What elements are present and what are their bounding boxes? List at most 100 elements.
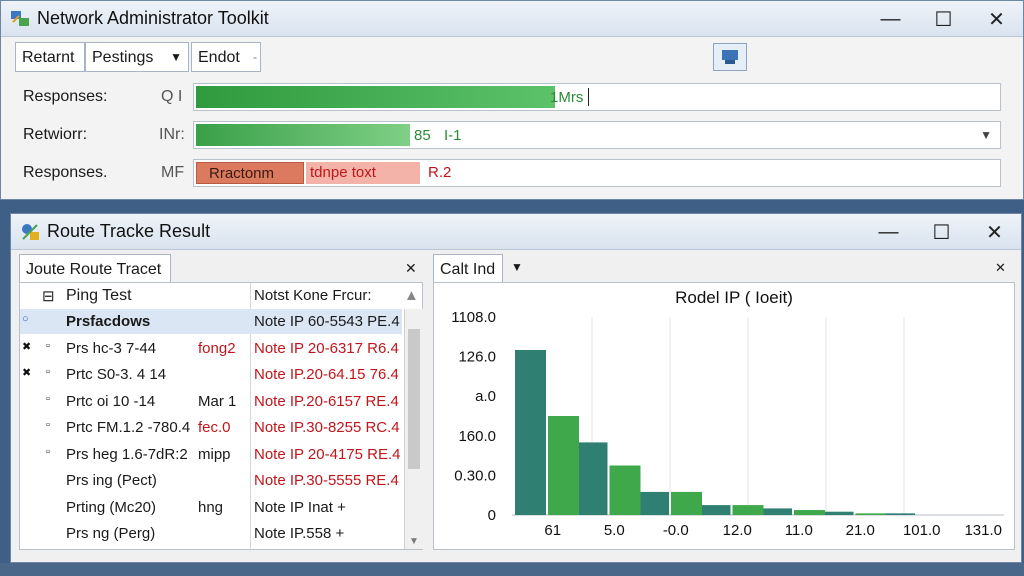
- ping-test-name: Prtc oi 10 -14: [66, 392, 156, 410]
- chart-bars: [515, 350, 915, 515]
- row1-value: 1Mrs: [550, 89, 584, 106]
- ping-test-name: Prs ng (Perg): [66, 525, 156, 542]
- x-tick-label: -0.0: [663, 522, 689, 539]
- ping-test-name: Prsfacdows: [66, 313, 151, 330]
- checkbox-icon[interactable]: ⊟: [42, 287, 55, 305]
- list-item[interactable]: ✖ ▫ Prs hc-3 7-44 fong2 Note IP 20-6317 R6.4: [20, 336, 402, 361]
- ping-test-extra: fec.0: [198, 419, 231, 436]
- list-item[interactable]: Prs ng (Perg) Note IP.558 +: [20, 521, 402, 546]
- ping-test-name: Prting (Mc20): [66, 498, 157, 516]
- row-checkbox-icon[interactable]: ▫: [46, 419, 50, 431]
- scrollbar-thumb[interactable]: [408, 329, 420, 469]
- note-ip-text: Note IP.30-8255 RC.4: [254, 419, 400, 436]
- note-ip-text: Note IP.30-5555 RE.4: [254, 472, 399, 489]
- list-item[interactable]: Prs ing (Pect) Note IP.30-5555 RE.4: [20, 468, 402, 493]
- sort-icon[interactable]: ▲: [404, 287, 419, 304]
- chart-title: Rodel IP ( Ioeit): [675, 288, 793, 307]
- close-button[interactable]: ✕: [970, 1, 1023, 37]
- chart-bar[interactable]: [822, 511, 854, 515]
- tab-retarnt[interactable]: Retarnt: [15, 42, 85, 72]
- column-header-note[interactable]: Notst Kone Frcur:: [254, 287, 372, 304]
- route-list-panel: ⊟ Ping Test Notst Kone Frcur: ▲ ○ Prsfacd…: [19, 282, 423, 551]
- note-ip-text: Note IP.20-6157 RE.4: [254, 392, 399, 410]
- ping-test-name: Prs hc-3 7-44: [66, 339, 157, 357]
- maximize-button[interactable]: ☐: [917, 1, 970, 37]
- row1-progress-field: 1Mrs: [193, 83, 1001, 111]
- list-item[interactable]: ○ Prsfacdows Note IP 60-5543 PE.4: [20, 309, 402, 334]
- chevron-down-icon[interactable]: ▼: [511, 260, 523, 274]
- ping-test-extra: Mar 1: [198, 392, 237, 410]
- list-item[interactable]: ▫ Prtc oi 10 -14 Mar 1 Note IP.20-6157 RE.4: [20, 389, 402, 414]
- row1-label: Responses:: [23, 88, 108, 105]
- list-item[interactable]: ✖ ▫ Prtc S0-3. 4 14 Note IP.20-64.15 76.4: [20, 362, 402, 387]
- ping-test-extra: mipp: [198, 445, 231, 463]
- row-checkbox-icon[interactable]: ▫: [46, 366, 50, 378]
- tab-menu-icon[interactable]: -: [253, 50, 257, 64]
- ping-test-name: Prtc FM.1.2 -780.4: [66, 419, 191, 436]
- y-tick-label: 0: [488, 507, 496, 524]
- minimize-button[interactable]: —: [862, 214, 915, 250]
- note-ip-text: Note IP 20-6317 R6.4: [254, 339, 399, 357]
- route-titlebar: Route Tracke Result — ☐ ✕: [11, 214, 1021, 250]
- vertical-scrollbar[interactable]: ▼: [404, 309, 423, 549]
- ping-test-name: Prtc S0-3. 4 14: [66, 366, 167, 383]
- chart-bar[interactable]: [638, 491, 669, 515]
- chart-bar[interactable]: [855, 513, 887, 515]
- row3-segment-2: tdnpe toxt: [306, 162, 420, 184]
- list-item[interactable]: ▫ Prtc FM.1.2 -780.4 fec.0 Note IP.30-8255 …: [20, 415, 402, 440]
- tab-pestings[interactable]: Pestings ▼: [85, 42, 189, 72]
- row3-code: MF: [161, 164, 185, 181]
- ping-test-extra: hng: [198, 498, 224, 516]
- close-pane-icon[interactable]: ✕: [995, 260, 1006, 276]
- chart-bar[interactable]: [732, 505, 764, 515]
- row3-segment-3: R.2: [428, 164, 452, 181]
- main-window-title: Network Administrator Toolkit: [37, 8, 269, 28]
- main-window: Network Administrator Toolkit — ☐ ✕ Reta…: [0, 0, 1024, 200]
- x-tick-label: 12.0: [723, 522, 752, 539]
- y-tick-label: 160.0: [458, 428, 496, 445]
- row-checkbox-icon[interactable]: ▫: [46, 340, 50, 352]
- chart-bar[interactable]: [761, 508, 792, 515]
- x-tick-label: 101.0: [903, 522, 941, 539]
- row2-progress-bar: [196, 124, 410, 146]
- x-tick-label: 21.0: [846, 522, 875, 539]
- chevron-down-icon[interactable]: ▼: [170, 50, 182, 64]
- chart-bar[interactable]: [794, 510, 825, 515]
- x-tick-label: 61: [544, 522, 561, 539]
- tab-route-trace[interactable]: Joute Route Tracet: [19, 254, 171, 284]
- row2-label: Retwiorr:: [23, 126, 88, 143]
- chart-bar[interactable]: [699, 505, 731, 515]
- chart-bar[interactable]: [671, 491, 702, 515]
- list-header: ⊟ Ping Test Notst Kone Frcur: ▲: [20, 283, 422, 309]
- chevron-down-icon[interactable]: ▼: [980, 128, 992, 142]
- list-item[interactable]: ▫ Prs heg 1.6-7dR:2 mipp Note IP 20-4175 RE…: [20, 442, 402, 467]
- row-checkbox-icon[interactable]: ▫: [46, 446, 50, 458]
- status-marker-icon[interactable]: ○: [22, 313, 29, 325]
- column-header-ping-test[interactable]: Ping Test: [66, 287, 132, 305]
- list-item[interactable]: Prting (Mc20) hng Note IP Inat +: [20, 495, 402, 520]
- chart-bar[interactable]: [515, 350, 546, 515]
- y-tick-label: 1108.0: [451, 309, 496, 326]
- row2-value-secondary: I-1: [444, 127, 462, 144]
- status-marker-icon[interactable]: ✖: [22, 340, 31, 353]
- chart-bar[interactable]: [576, 442, 608, 515]
- note-ip-text: Note IP 60-5543 PE.4: [254, 313, 400, 330]
- chart-bar[interactable]: [548, 416, 579, 515]
- row-checkbox-icon[interactable]: ▫: [46, 393, 50, 405]
- row2-code: INr:: [159, 126, 185, 143]
- chart-bar[interactable]: [609, 465, 641, 516]
- close-button[interactable]: ✕: [968, 214, 1021, 250]
- tab-endot[interactable]: Endot -: [191, 42, 261, 72]
- tab-chart[interactable]: Calt Ind: [433, 254, 503, 284]
- row2-select[interactable]: 85 I-1 ▼: [193, 121, 1001, 149]
- maximize-button[interactable]: ☐: [915, 214, 968, 250]
- note-ip-text: Note IP 20-4175 RE.4: [254, 445, 401, 463]
- minimize-button[interactable]: —: [864, 1, 917, 37]
- scroll-down-icon[interactable]: ▼: [409, 536, 419, 547]
- close-pane-icon[interactable]: ✕: [405, 260, 417, 277]
- note-ip-text: Note IP.558 +: [254, 525, 345, 542]
- route-app-icon: [19, 221, 41, 243]
- toolbar-button[interactable]: [713, 43, 747, 71]
- status-marker-icon[interactable]: ✖: [22, 366, 31, 379]
- chart-bar[interactable]: [884, 513, 915, 515]
